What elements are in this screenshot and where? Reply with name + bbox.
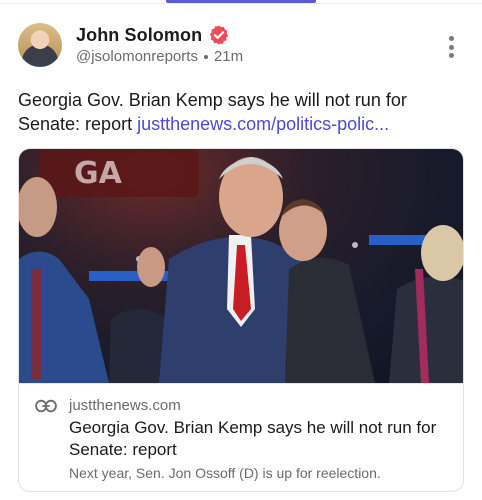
card-title: Georgia Gov. Brian Kemp says he will not… [69, 418, 437, 459]
link-icon [35, 399, 57, 413]
author-name[interactable]: John Solomon [76, 25, 202, 46]
card-domain: justthenews.com [69, 397, 181, 414]
author-meta: @jsolomonreports 21m [76, 48, 243, 65]
link-preview-card[interactable]: GA justthenews.com Georgia Gov. Brian Ke… [18, 148, 464, 492]
post-link[interactable]: justthenews.com/politics-polic... [137, 114, 389, 134]
card-description: Next year, Sen. Jon Ossoff (D) is up for… [69, 465, 381, 481]
link-preview-image: GA [19, 149, 463, 383]
svg-text:GA: GA [74, 156, 123, 191]
post-text: Georgia Gov. Brian Kemp says he will not… [18, 88, 464, 136]
post: John Solomon @jsolomonreports 21m Georgi… [0, 0, 482, 500]
post-time: 21m [213, 48, 244, 65]
verified-badge-icon [210, 25, 229, 45]
more-vertical-icon[interactable] [446, 36, 456, 58]
separator-dot [203, 54, 208, 59]
link-preview-body: justthenews.com Georgia Gov. Brian Kemp … [19, 383, 463, 491]
avatar[interactable] [18, 23, 62, 67]
author-handle[interactable]: @jsolomonreports [76, 48, 198, 65]
preview-photo: GA [19, 149, 463, 383]
author-line: John Solomon [76, 24, 230, 46]
